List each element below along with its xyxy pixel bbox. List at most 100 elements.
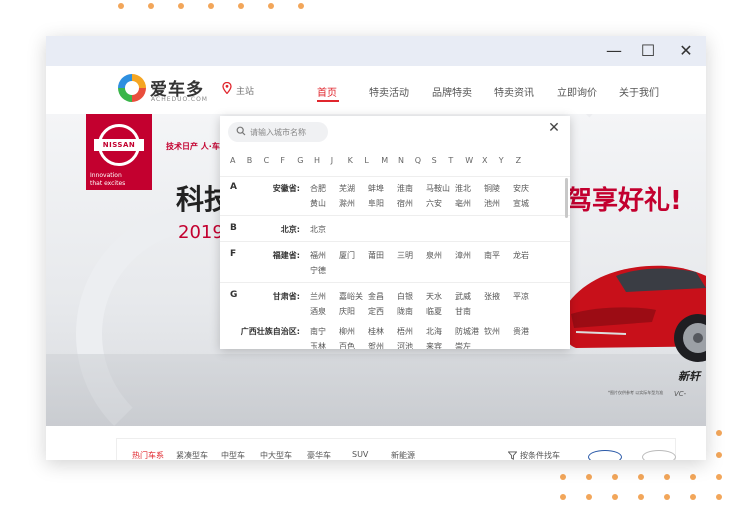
location-label[interactable]: 主站 — [236, 84, 254, 97]
city-option[interactable]: 金昌 — [368, 291, 384, 302]
city-option[interactable]: 桂林 — [368, 326, 384, 337]
city-search-box[interactable] — [228, 122, 328, 142]
city-option[interactable]: 北海 — [426, 326, 442, 337]
city-option[interactable]: 甘南 — [455, 306, 471, 317]
letter-index-item[interactable]: C — [264, 156, 270, 165]
decorative-dot — [238, 3, 244, 9]
category-tab[interactable]: 热门车系 — [132, 450, 164, 460]
category-tab[interactable]: SUV — [352, 450, 368, 459]
letter-index-item[interactable]: A — [230, 156, 235, 165]
brand-logo-icon-2[interactable] — [642, 450, 676, 460]
city-option[interactable]: 芜湖 — [339, 183, 355, 194]
city-option[interactable]: 铜陵 — [484, 183, 500, 194]
letter-index-item[interactable]: W — [465, 156, 473, 165]
city-option[interactable]: 马鞍山 — [426, 183, 450, 194]
category-tab[interactable]: 豪华车 — [307, 450, 331, 460]
letter-index-item[interactable]: Z — [516, 156, 521, 165]
city-option[interactable]: 北京 — [310, 224, 326, 235]
minimize-button[interactable]: — — [602, 40, 626, 62]
letter-index-item[interactable]: Y — [499, 156, 504, 165]
city-option[interactable]: 河池 — [397, 341, 413, 349]
city-option[interactable]: 厦门 — [339, 250, 355, 261]
letter-index-item[interactable]: F — [280, 156, 285, 165]
city-option[interactable]: 合肥 — [310, 183, 326, 194]
letter-index-item[interactable]: Q — [415, 156, 421, 165]
nav-special-events[interactable]: 特卖活动 — [369, 84, 409, 99]
letter-index-item[interactable]: S — [432, 156, 437, 165]
city-option[interactable]: 柳州 — [339, 326, 355, 337]
city-option[interactable]: 定西 — [368, 306, 384, 317]
city-option[interactable]: 三明 — [397, 250, 413, 261]
city-option[interactable]: 兰州 — [310, 291, 326, 302]
city-list-scrollbar[interactable] — [565, 178, 568, 218]
letter-index-item[interactable]: X — [482, 156, 487, 165]
city-option[interactable]: 玉林 — [310, 341, 326, 349]
city-option[interactable]: 嘉峪关 — [339, 291, 363, 302]
category-tab[interactable]: 新能源 — [391, 450, 415, 460]
ford-logo-icon[interactable] — [588, 450, 622, 460]
city-option[interactable]: 南宁 — [310, 326, 326, 337]
nav-brand-sale[interactable]: 品牌特卖 — [432, 84, 472, 99]
city-option[interactable]: 蚌埠 — [368, 183, 384, 194]
letter-index-item[interactable]: H — [314, 156, 320, 165]
letter-index-item[interactable]: M — [381, 156, 388, 165]
city-option[interactable]: 黄山 — [310, 198, 326, 209]
city-option[interactable]: 滁州 — [339, 198, 355, 209]
city-option[interactable]: 贵港 — [513, 326, 529, 337]
letter-index-item[interactable]: G — [297, 156, 303, 165]
city-option[interactable]: 淮南 — [397, 183, 413, 194]
city-option[interactable]: 淮北 — [455, 183, 471, 194]
city-option[interactable]: 漳州 — [455, 250, 471, 261]
city-option[interactable]: 安庆 — [513, 183, 529, 194]
close-icon[interactable]: ✕ — [546, 120, 562, 136]
nav-sale-news[interactable]: 特卖资讯 — [494, 84, 534, 99]
decorative-dot — [716, 494, 722, 500]
city-option[interactable]: 武威 — [455, 291, 471, 302]
letter-index-item[interactable]: T — [448, 156, 453, 165]
city-option[interactable]: 钦州 — [484, 326, 500, 337]
maximize-button[interactable]: ☐ — [636, 40, 660, 62]
city-option[interactable]: 平凉 — [513, 291, 529, 302]
category-tab[interactable]: 中型车 — [221, 450, 245, 460]
city-option[interactable]: 宁德 — [310, 265, 326, 276]
city-option[interactable]: 莆田 — [368, 250, 384, 261]
city-option[interactable]: 梧州 — [397, 326, 413, 337]
letter-index-item[interactable]: B — [247, 156, 253, 165]
brand-logo-icon[interactable] — [118, 74, 146, 102]
city-option[interactable]: 防城港 — [455, 326, 479, 337]
city-option[interactable]: 宿州 — [397, 198, 413, 209]
city-search-input[interactable] — [250, 125, 324, 139]
close-window-button[interactable]: ✕ — [674, 40, 698, 62]
city-option[interactable]: 天水 — [426, 291, 442, 302]
city-option[interactable]: 福州 — [310, 250, 326, 261]
nav-about-us[interactable]: 关于我们 — [619, 84, 659, 99]
city-option[interactable]: 庆阳 — [339, 306, 355, 317]
nav-inquire-now[interactable]: 立即询价 — [557, 84, 597, 99]
category-tab[interactable]: 紧凑型车 — [176, 450, 208, 460]
city-option[interactable]: 亳州 — [455, 198, 471, 209]
letter-index-item[interactable]: K — [348, 156, 353, 165]
city-option[interactable]: 陇南 — [397, 306, 413, 317]
city-option[interactable]: 贺州 — [368, 341, 384, 349]
letter-index-item[interactable]: J — [331, 156, 333, 165]
nav-home[interactable]: 首页 — [317, 84, 337, 99]
city-option[interactable]: 南平 — [484, 250, 500, 261]
city-option[interactable]: 六安 — [426, 198, 442, 209]
letter-index-item[interactable]: L — [364, 156, 368, 165]
city-option[interactable]: 崇左 — [455, 341, 471, 349]
city-option[interactable]: 阜阳 — [368, 198, 384, 209]
city-option[interactable]: 张掖 — [484, 291, 500, 302]
city-option[interactable]: 泉州 — [426, 250, 442, 261]
city-option[interactable]: 宣城 — [513, 198, 529, 209]
city-option[interactable]: 来宾 — [426, 341, 442, 349]
city-option[interactable]: 白银 — [397, 291, 413, 302]
city-option[interactable]: 池州 — [484, 198, 500, 209]
city-option[interactable]: 龙岩 — [513, 250, 529, 261]
city-option[interactable]: 百色 — [339, 341, 355, 349]
city-option[interactable]: 临夏 — [426, 306, 442, 317]
filter-by-conditions-link[interactable]: 按条件找车 — [520, 450, 560, 460]
letter-index-item[interactable]: N — [398, 156, 404, 165]
category-tab[interactable]: 中大型车 — [260, 450, 292, 460]
city-option[interactable]: 酒泉 — [310, 306, 326, 317]
location-pin-icon[interactable] — [222, 82, 232, 94]
